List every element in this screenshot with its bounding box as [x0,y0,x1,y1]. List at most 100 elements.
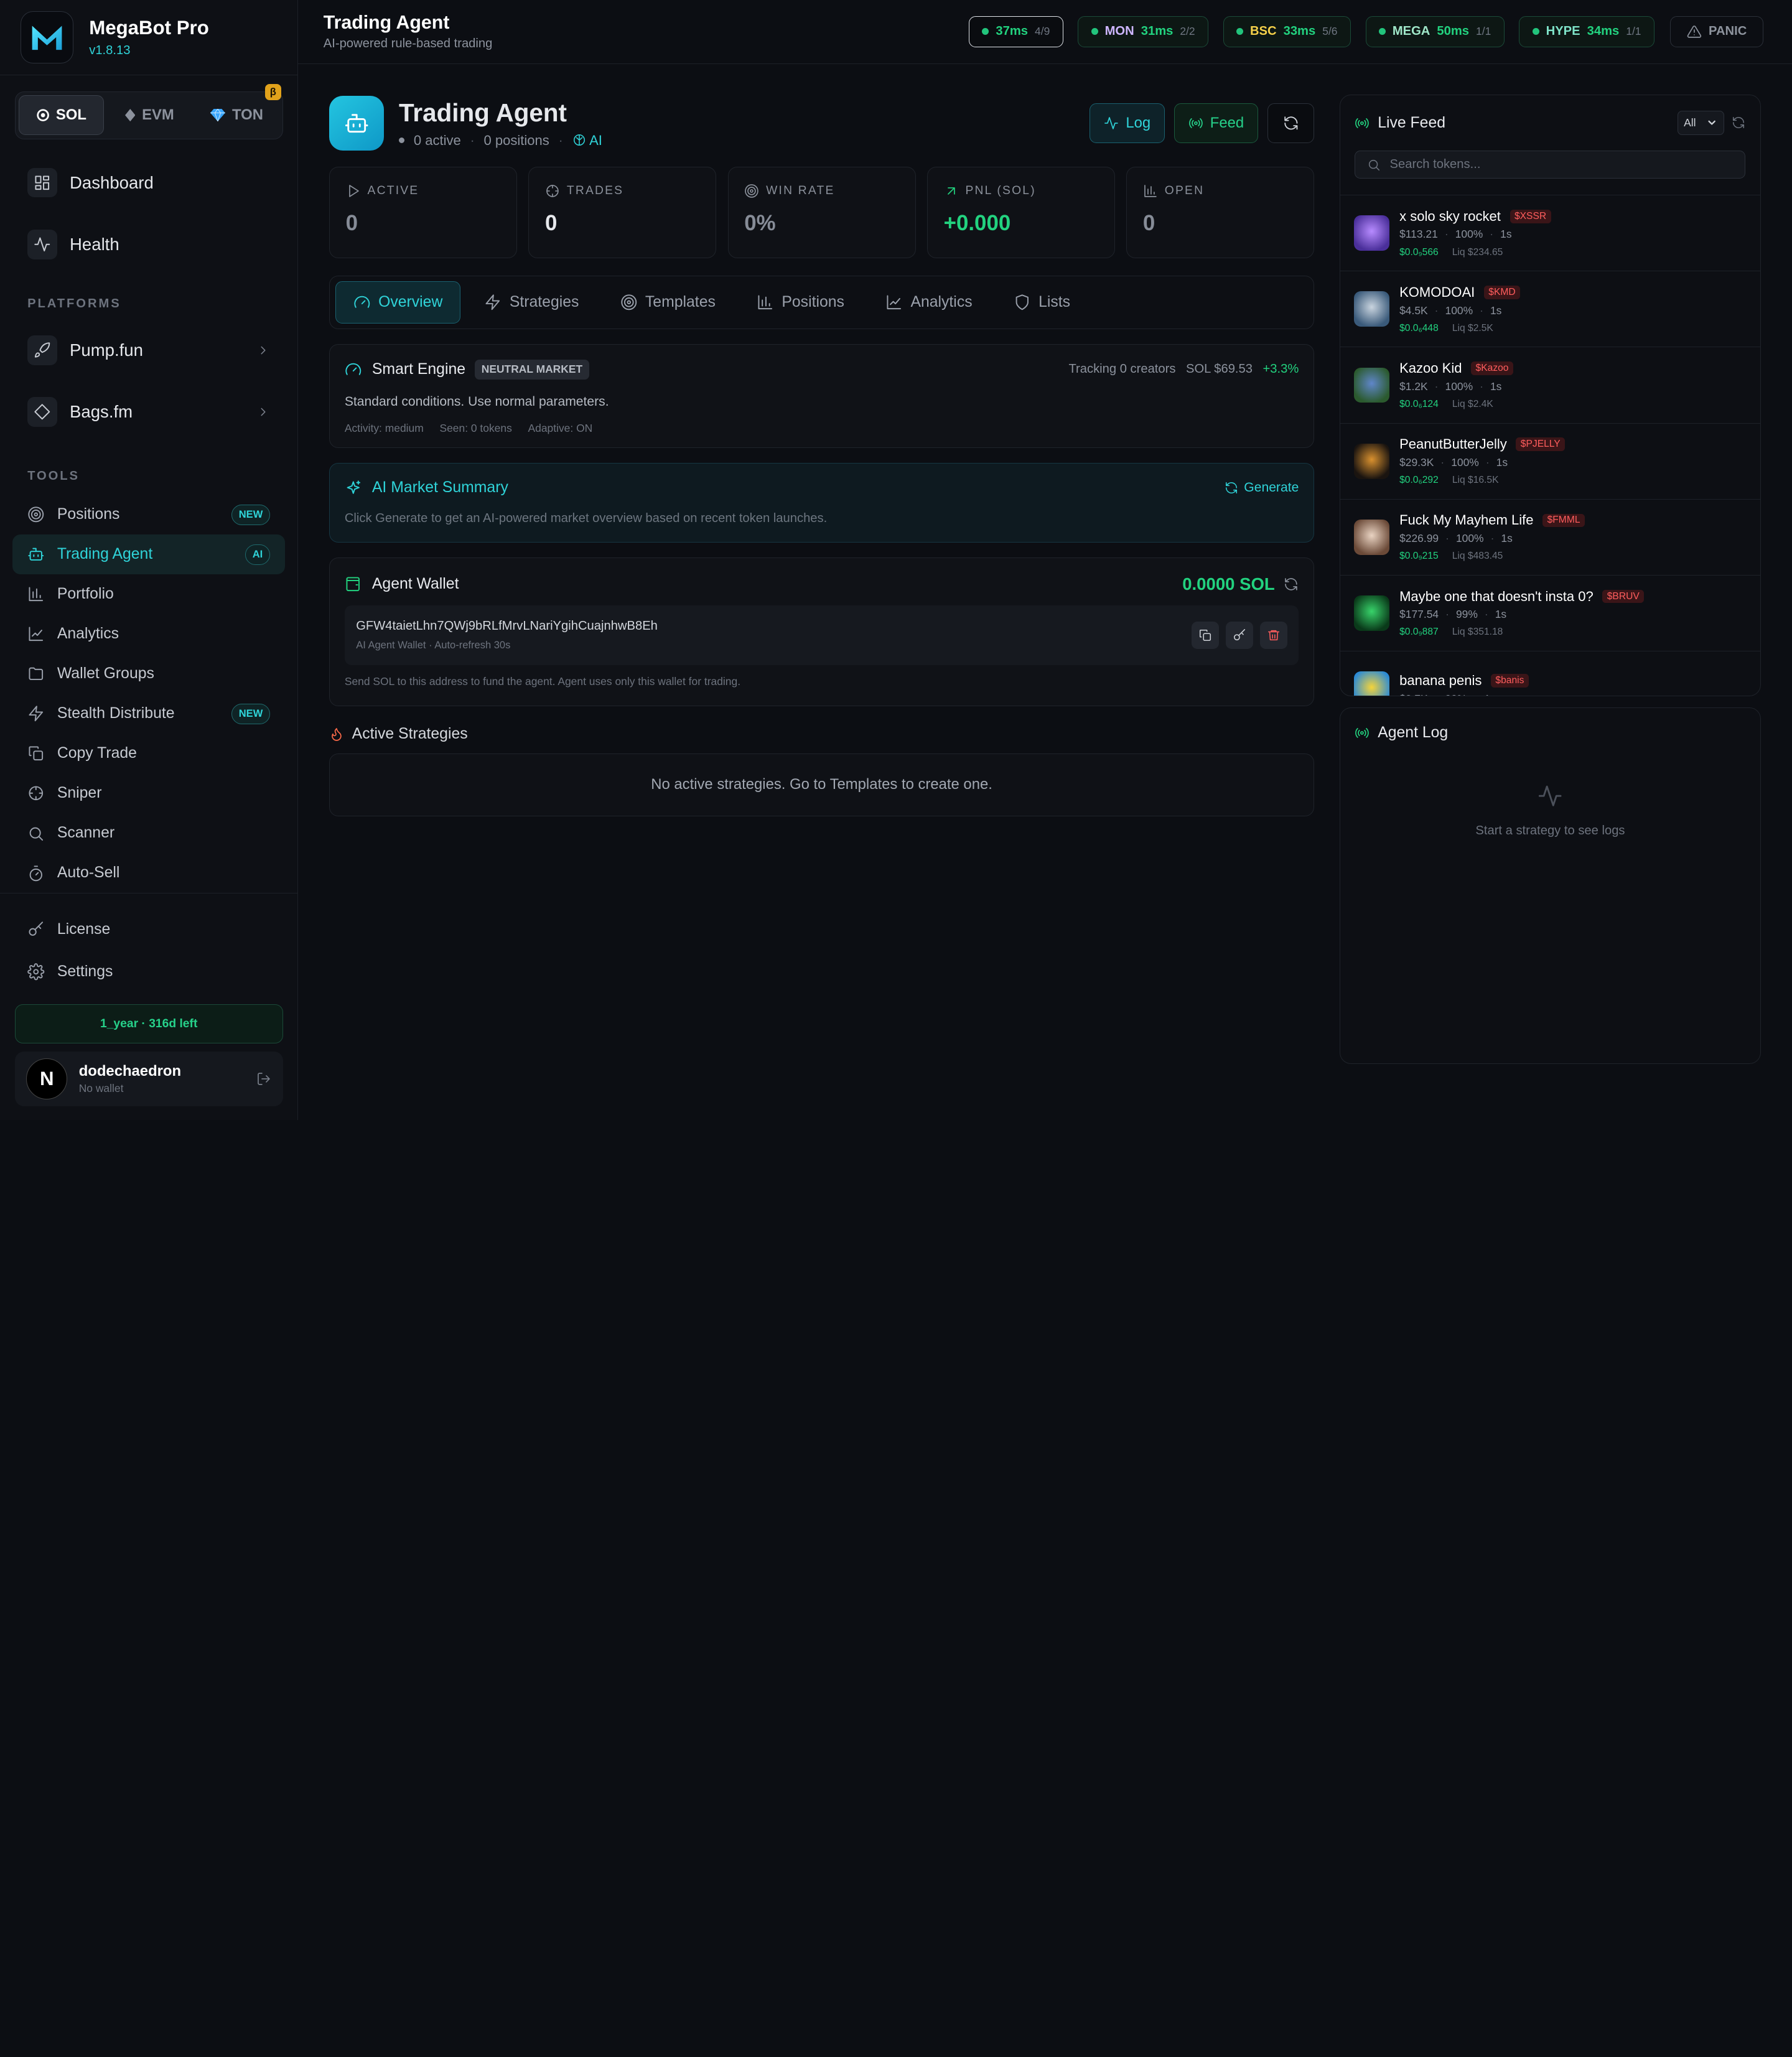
avatar: N [26,1058,68,1099]
feed-filter-select[interactable]: All [1677,111,1724,135]
token-row[interactable]: Kazoo Kid $Kazoo $1.2K · 100% · 1s $0.0₆124 Liq … [1340,347,1761,424]
agent-log-title: Agent Log [1378,724,1449,742]
generate-button[interactable]: Generate [1225,480,1299,495]
sidebar-item-license[interactable]: License [12,908,285,951]
chain-name: HYPE [1546,24,1580,39]
token-price: $0.0₆124 [1399,398,1439,409]
stat-open: OPEN 0 [1126,167,1315,259]
sidebar-item-settings[interactable]: Settings [12,951,285,993]
token-pct: 100% [1455,228,1483,241]
tab-analytics[interactable]: Analytics [869,281,990,324]
seen-count: Seen: 0 tokens [439,421,512,434]
token-row[interactable]: banana penis$banis$2.7K·99%·1s [1340,651,1761,696]
page-title: Trading Agent [323,12,450,33]
flame-icon [329,727,344,742]
folder-icon [27,665,45,683]
token-row[interactable]: Maybe one that doesn't insta 0? $BRUV $177… [1340,576,1761,651]
refresh-button[interactable] [1267,103,1315,144]
user-card[interactable]: N dodechaedron No wallet [14,1051,283,1106]
token-pct: 99% [1445,693,1467,696]
copy-address-button[interactable] [1191,621,1219,650]
tab-overview[interactable]: Overview [335,281,460,324]
export-key-button[interactable] [1225,621,1253,650]
sidebar-item-pumpfun[interactable]: Pump.fun [12,325,285,375]
sidebar-item-analytics[interactable]: Analytics [12,614,285,654]
rpc-count: 2/2 [1180,25,1195,38]
username: dodechaedron [78,1062,182,1080]
delete-wallet-button[interactable] [1259,621,1287,650]
sidebar-item-auto-sell[interactable]: Auto-Sell [12,853,285,893]
token-price: $0.0₆448 [1399,322,1439,334]
gear-icon [27,963,45,981]
latency-pill[interactable]: 37ms 4/9 [969,16,1063,47]
sidebar-item-health[interactable]: Health [12,219,285,269]
token-row[interactable]: x solo sky rocket $XSSR $113.21 · 100% · 1s $0.… [1340,195,1761,272]
sidebar-item-sniper[interactable]: Sniper [12,773,285,813]
activity-level: Activity: medium [344,421,424,434]
sidebar-item-dashboard[interactable]: Dashboard [12,157,285,208]
sidebar-item-stealth-distribute[interactable]: Stealth Distribute NEW [12,694,285,734]
sidebar-item-bagsfm[interactable]: Bags.fm [12,386,285,437]
latency-ms: 34ms [1587,24,1620,39]
chain-evm-button[interactable]: EVM [108,95,192,135]
sidebar-item-trading-agent[interactable]: Trading Agent AI [12,534,286,575]
latency-pill[interactable]: MON 31ms 2/2 [1078,16,1208,47]
token-row[interactable]: PeanutButterJelly $PJELLY $29.3K · 100% · 1s $0… [1340,424,1761,500]
positions-count: 0 positions [483,132,549,148]
token-search-input[interactable]: Search tokens... [1355,150,1746,179]
chain-ton-button[interactable]: TON β [195,84,281,135]
smart-engine-title: Smart Engine [371,360,466,378]
sol-icon [37,109,49,122]
feed-button[interactable]: Feed [1174,103,1259,144]
token-ticker: $KMD [1483,286,1521,299]
token-price: $0.0₉887 [1399,627,1439,638]
stat-pnl: PNL (SOL) +0.000 [926,167,1115,259]
robot-icon [329,96,385,151]
latency-pill[interactable]: MEGA 50ms 1/1 [1365,16,1505,47]
chain-sol-button[interactable]: SOL [19,95,105,136]
token-ticker: $banis [1491,674,1529,688]
radio-icon [1355,725,1370,740]
token-pct: 100% [1451,455,1479,469]
sidebar-item-portfolio[interactable]: Portfolio [12,574,285,614]
token-pct: 100% [1455,531,1484,544]
crosshair-icon [27,785,45,802]
wallet-icon [345,576,362,593]
token-row[interactable]: KOMODOAI $KMD $4.5K · 100% · 1s $0.0₆448 Liq $2.… [1340,271,1761,348]
diamond-outline-icon [27,396,57,427]
token-name: banana penis [1399,673,1482,689]
refresh-icon [1225,481,1238,495]
latency-ms: 37ms [996,24,1029,39]
token-name: KOMODOAI [1399,284,1475,301]
latency-pill[interactable]: HYPE 34ms 1/1 [1519,16,1654,47]
wallet-address[interactable]: GFW4taietLhn7QWj9bRLfMrvLNariYgihCuajnhw… [356,619,658,633]
brand: MegaBot Pro v1.8.13 [0,0,298,76]
token-price: $0.0₉566 [1399,246,1439,258]
token-mcap: $4.5K [1399,304,1428,317]
tab-positions[interactable]: Positions [739,281,861,324]
panic-button[interactable]: PANIC [1670,16,1764,47]
sidebar-item-copy-trade[interactable]: Copy Trade [12,734,285,773]
token-liquidity: Liq $16.5K [1452,474,1499,485]
tab-strategies[interactable]: Strategies [467,281,596,324]
sparkles-icon [345,480,362,497]
sidebar-item-wallet-groups[interactable]: Wallet Groups [12,654,285,694]
sidebar-item-positions[interactable]: Positions NEW [12,495,285,534]
token-age: 1s [1501,531,1513,544]
gauge-icon [345,361,362,378]
refresh-icon[interactable] [1284,577,1299,592]
latency-ms: 31ms [1141,24,1174,39]
megabot-logo-icon[interactable] [21,11,73,64]
tab-templates[interactable]: Templates [603,281,732,324]
tab-lists[interactable]: Lists [996,281,1087,324]
refresh-icon[interactable] [1732,116,1745,129]
key-icon [1233,628,1246,642]
logout-icon[interactable] [256,1071,271,1086]
token-row[interactable]: Fuck My Mayhem Life $FMML $226.99 · 100% · 1s $… [1340,500,1761,576]
sidebar-item-scanner[interactable]: Scanner [12,813,285,853]
wallet-status: No wallet [78,1082,124,1095]
log-button[interactable]: Log [1090,103,1165,144]
active-strategies-title: Active Strategies [352,725,468,743]
latency-pill[interactable]: BSC 33ms 5/6 [1223,16,1351,47]
search-icon [27,825,45,842]
